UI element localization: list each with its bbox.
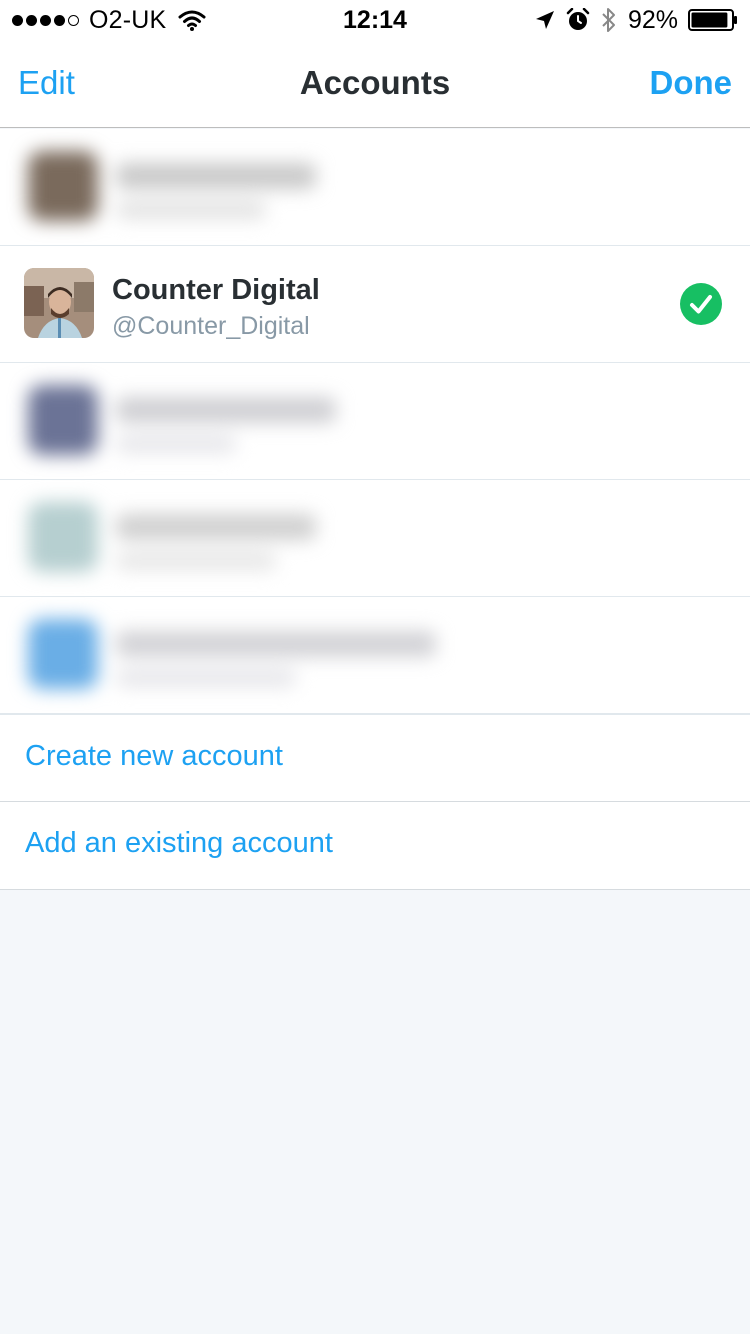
page-title: Accounts xyxy=(299,64,451,101)
blurred-name xyxy=(116,397,336,423)
account-row-counter-digital[interactable]: Counter Digital @Counter_Digital xyxy=(0,246,750,363)
account-row-blurred-2[interactable] xyxy=(0,363,750,480)
create-new-account-button[interactable]: Create new account xyxy=(0,714,750,802)
battery-percent: 92% xyxy=(627,5,678,34)
add-existing-account-label: Add an existing account xyxy=(25,827,333,859)
blurred-name xyxy=(116,514,316,540)
avatar xyxy=(28,619,98,689)
bluetooth-icon xyxy=(602,8,615,32)
blurred-content xyxy=(0,363,750,479)
avatar xyxy=(28,502,98,572)
create-new-account-label: Create new account xyxy=(25,740,283,772)
battery-icon xyxy=(688,9,737,31)
account-name: Counter Digital xyxy=(112,274,320,306)
account-list: Counter Digital @Counter_Digital xyxy=(0,129,750,714)
account-row-blurred-4[interactable] xyxy=(0,597,750,714)
blurred-name xyxy=(116,163,316,189)
blurred-content xyxy=(0,597,750,713)
status-right: 92% xyxy=(534,6,738,34)
blurred-content xyxy=(0,480,750,596)
avatar xyxy=(28,385,98,455)
account-handle: @Counter_Digital xyxy=(112,312,310,340)
nav-bar: Edit Accounts Done xyxy=(0,40,750,128)
add-existing-account-button[interactable]: Add an existing account xyxy=(0,802,750,890)
location-arrow-icon xyxy=(535,11,554,29)
alarm-icon xyxy=(566,8,590,30)
blurred-content xyxy=(0,129,750,245)
avatar xyxy=(24,268,94,338)
blurred-handle xyxy=(116,669,296,687)
blurred-handle xyxy=(116,435,236,453)
account-row-blurred-1[interactable] xyxy=(0,129,750,246)
blurred-handle xyxy=(116,201,266,219)
avatar xyxy=(28,151,98,221)
checkmark-selected-icon xyxy=(680,283,722,325)
account-row-blurred-3[interactable] xyxy=(0,480,750,597)
blurred-name xyxy=(116,631,436,657)
status-bar: O2-UK 12:14 92% xyxy=(0,0,750,40)
blurred-handle xyxy=(116,552,276,570)
done-button[interactable]: Done xyxy=(650,64,733,102)
